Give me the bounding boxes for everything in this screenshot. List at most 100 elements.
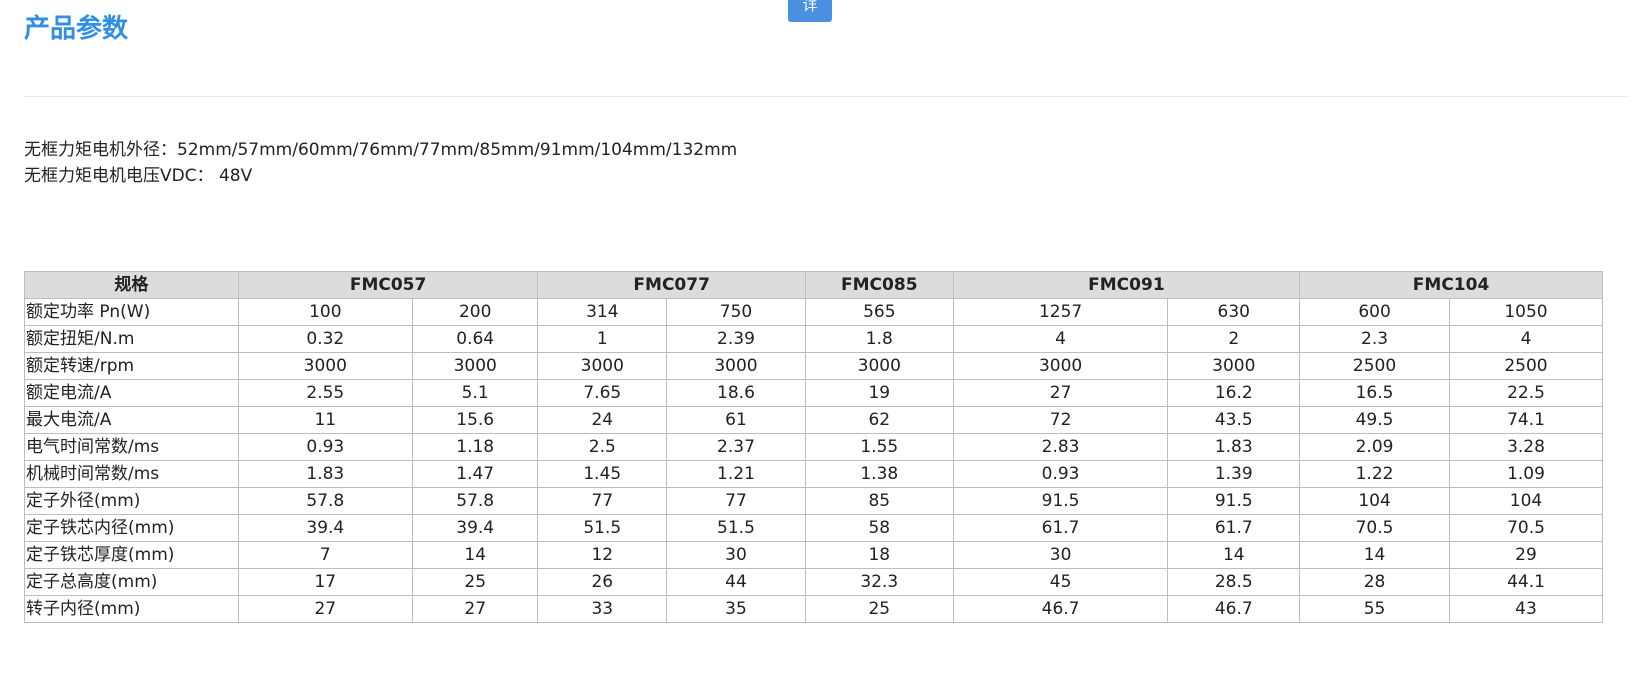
table-cell: 2.37 <box>666 433 806 461</box>
table-cell: 33 <box>537 595 668 623</box>
table-cell: 1.38 <box>804 460 954 488</box>
table-cell: 2.3 <box>1299 325 1450 353</box>
table-cell: 30 <box>952 541 1169 569</box>
table-cell: 25 <box>411 568 539 596</box>
table-cell: 61.7 <box>1167 514 1301 542</box>
table-cell: 51.5 <box>537 514 668 542</box>
table-cell: 12 <box>537 541 668 569</box>
table-cell: 14 <box>1167 541 1301 569</box>
table-cell: 11 <box>237 406 413 434</box>
section-divider <box>24 96 1629 97</box>
table-cell: 1.39 <box>1167 460 1301 488</box>
table-cell: 1.55 <box>804 433 954 461</box>
row-label: 最大电流/A <box>24 406 239 434</box>
row-label: 额定扭矩/N.m <box>24 325 239 353</box>
table-row: 额定扭矩/N.m 0.32 0.64 1 2.39 1.8 4 2 2.3 4 <box>24 325 1604 353</box>
table-cell: 62 <box>804 406 954 434</box>
table-body: 额定功率 Pn(W) 100 200 314 750 565 1257 630 600 1050 额… <box>24 298 1604 623</box>
table-cell: 77 <box>537 487 668 515</box>
table-row: 转子内径(mm) 27 27 33 35 25 46.7 46.7 55 43 <box>24 595 1604 623</box>
table-header-row: 规格 FMC057 FMC077 FMC085 FMC091 FMC104 <box>24 271 1603 299</box>
table-cell: 1.18 <box>411 433 539 461</box>
table-cell: 0.93 <box>237 433 413 461</box>
table-cell: 30 <box>666 541 806 569</box>
row-label: 额定电流/A <box>24 379 239 407</box>
voltage-line: 无框力矩电机电压VDC： 48V <box>24 166 253 186</box>
row-label: 电气时间常数/ms <box>24 433 239 461</box>
header-model-fmc077: FMC077 <box>537 271 806 299</box>
table-cell: 104 <box>1299 487 1450 515</box>
table-cell: 28.5 <box>1167 568 1301 596</box>
table-cell: 1.83 <box>237 460 413 488</box>
header-spec-label: 规格 <box>24 271 239 299</box>
table-cell: 32.3 <box>804 568 954 596</box>
table-cell: 27 <box>237 595 413 623</box>
table-cell: 14 <box>1299 541 1450 569</box>
table-cell: 14 <box>411 541 539 569</box>
header-model-fmc104: FMC104 <box>1299 271 1603 299</box>
row-label: 定子总高度(mm) <box>24 568 239 596</box>
table-cell: 77 <box>666 487 806 515</box>
table-cell: 43 <box>1448 595 1604 623</box>
table-cell: 91.5 <box>1167 487 1301 515</box>
table-cell: 1.47 <box>411 460 539 488</box>
table-row: 电气时间常数/ms 0.93 1.18 2.5 2.37 1.55 2.83 1.83 2.09… <box>24 433 1604 461</box>
table-cell: 16.2 <box>1167 379 1301 407</box>
table-cell: 39.4 <box>237 514 413 542</box>
table-cell: 750 <box>666 298 806 326</box>
header-model-fmc057: FMC057 <box>237 271 539 299</box>
table-cell: 4 <box>1448 325 1604 353</box>
table-cell: 0.64 <box>411 325 539 353</box>
table-row: 额定功率 Pn(W) 100 200 314 750 565 1257 630 600 1050 <box>24 298 1604 326</box>
table-cell: 2.39 <box>666 325 806 353</box>
header-model-fmc091: FMC091 <box>952 271 1301 299</box>
spec-table: 规格 FMC057 FMC077 FMC085 FMC091 FMC104 额定… <box>24 271 1604 623</box>
table-cell: 17 <box>237 568 413 596</box>
table-row: 定子外径(mm) 57.8 57.8 77 77 85 91.5 91.5 104 104 <box>24 487 1604 515</box>
table-cell: 7 <box>237 541 413 569</box>
table-cell: 25 <box>804 595 954 623</box>
table-cell: 1 <box>537 325 668 353</box>
table-cell: 29 <box>1448 541 1604 569</box>
table-cell: 18 <box>804 541 954 569</box>
table-cell: 3000 <box>1167 352 1301 380</box>
table-cell: 58 <box>804 514 954 542</box>
table-cell: 1.8 <box>804 325 954 353</box>
row-label: 定子外径(mm) <box>24 487 239 515</box>
table-cell: 51.5 <box>666 514 806 542</box>
table-cell: 27 <box>952 379 1169 407</box>
table-row: 定子铁芯内径(mm) 39.4 39.4 51.5 51.5 58 61.7 61.7 70.5… <box>24 514 1604 542</box>
table-cell: 57.8 <box>237 487 413 515</box>
row-label: 定子铁芯厚度(mm) <box>24 541 239 569</box>
table-cell: 27 <box>411 595 539 623</box>
table-cell: 46.7 <box>952 595 1169 623</box>
table-cell: 2500 <box>1448 352 1604 380</box>
table-cell: 314 <box>537 298 668 326</box>
spec-summary: 无框力矩电机外径：52mm/57mm/60mm/76mm/77mm/85mm/9… <box>24 137 737 189</box>
table-cell: 2.55 <box>237 379 413 407</box>
table-row: 额定转速/rpm 3000 3000 3000 3000 3000 3000 3000 2500… <box>24 352 1604 380</box>
table-cell: 72 <box>952 406 1169 434</box>
table-cell: 1.22 <box>1299 460 1450 488</box>
table-row: 定子铁芯厚度(mm) 7 14 12 30 18 30 14 14 29 <box>24 541 1604 569</box>
table-cell: 2.5 <box>537 433 668 461</box>
table-cell: 70.5 <box>1448 514 1604 542</box>
row-label: 转子内径(mm) <box>24 595 239 623</box>
table-cell: 1257 <box>952 298 1169 326</box>
table-cell: 91.5 <box>952 487 1169 515</box>
table-cell: 4 <box>952 325 1169 353</box>
row-label: 额定功率 Pn(W) <box>24 298 239 326</box>
table-cell: 39.4 <box>411 514 539 542</box>
table-cell: 1.83 <box>1167 433 1301 461</box>
page-title: 产品参数 <box>24 14 129 44</box>
table-row: 机械时间常数/ms 1.83 1.47 1.45 1.21 1.38 0.93 1.39 1.2… <box>24 460 1604 488</box>
table-cell: 26 <box>537 568 668 596</box>
row-label: 额定转速/rpm <box>24 352 239 380</box>
table-cell: 600 <box>1299 298 1450 326</box>
table-cell: 44.1 <box>1448 568 1604 596</box>
detail-button[interactable]: 详 <box>788 0 832 22</box>
table-cell: 565 <box>804 298 954 326</box>
table-cell: 630 <box>1167 298 1301 326</box>
table-cell: 15.6 <box>411 406 539 434</box>
table-cell: 3000 <box>237 352 413 380</box>
